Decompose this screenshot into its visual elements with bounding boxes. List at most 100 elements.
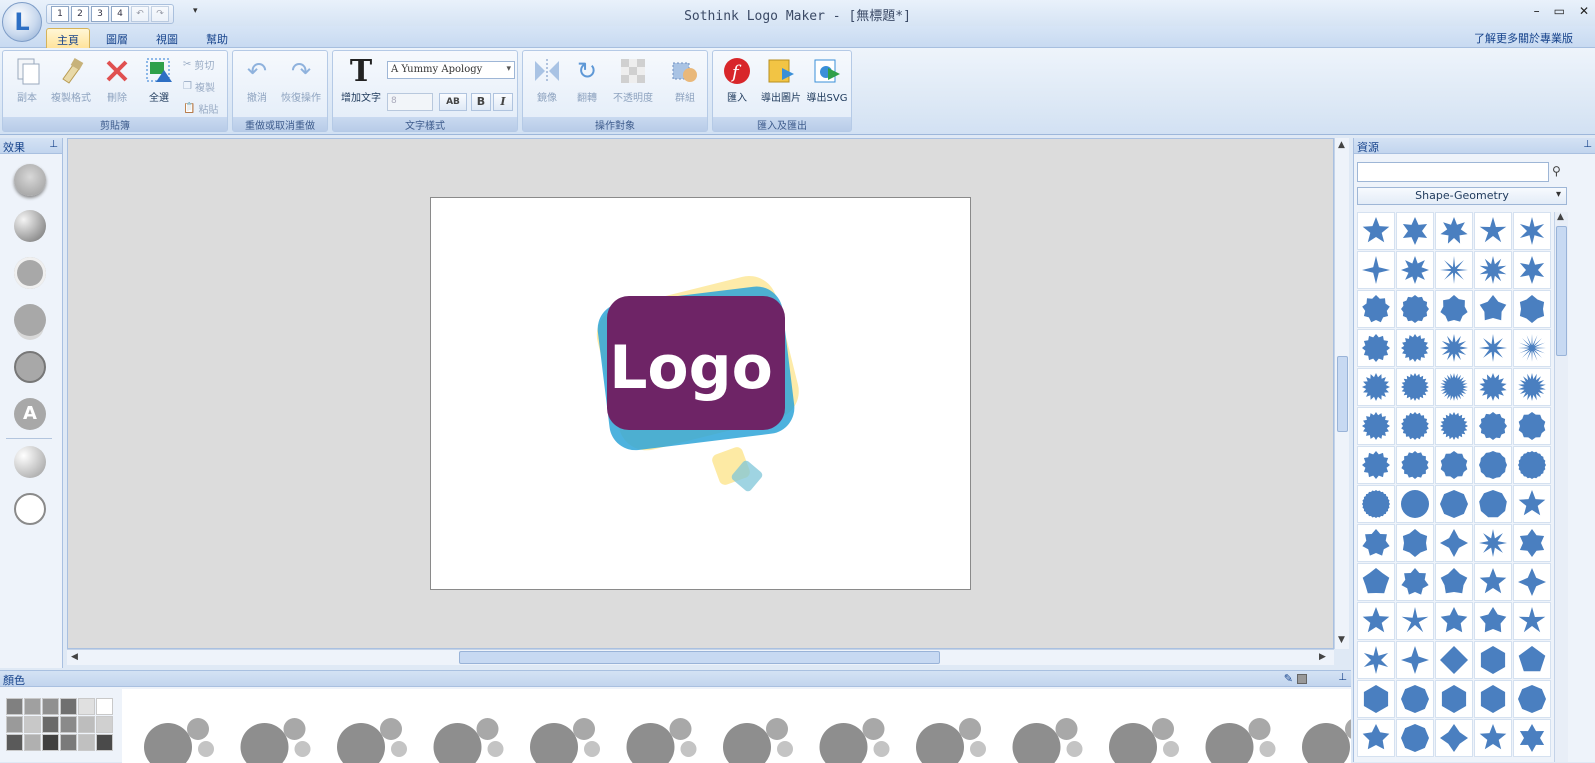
shape-thumbnail[interactable]	[1513, 719, 1551, 757]
color-swatch[interactable]	[96, 716, 113, 733]
pin-icon[interactable]: ⊥	[1583, 139, 1592, 150]
color-swatch[interactable]	[24, 716, 41, 733]
shape-thumbnail[interactable]	[1396, 524, 1434, 562]
mirror-button[interactable]: 鏡像	[525, 55, 569, 104]
shape-thumbnail[interactable]	[1396, 719, 1434, 757]
export-image-button[interactable]: 導出圖片	[759, 55, 803, 104]
tab-home[interactable]: 主頁	[46, 28, 90, 48]
color-swatch[interactable]	[6, 734, 23, 751]
shape-thumbnail[interactable]	[1513, 563, 1551, 601]
shape-thumbnail[interactable]	[1396, 251, 1434, 289]
shape-thumbnail[interactable]	[1435, 719, 1473, 757]
shape-thumbnail[interactable]	[1474, 641, 1512, 679]
resource-search-input[interactable]	[1357, 162, 1549, 182]
shape-thumbnail[interactable]	[1357, 563, 1395, 601]
shape-thumbnail[interactable]	[1513, 290, 1551, 328]
shape-thumbnail[interactable]	[1435, 368, 1473, 406]
shape-thumbnail[interactable]	[1396, 563, 1434, 601]
tab-help[interactable]: 幫助	[196, 28, 238, 48]
canvas-vertical-scrollbar[interactable]: ▲ ▼	[1334, 138, 1349, 649]
shape-thumbnail[interactable]	[1396, 329, 1434, 367]
app-menu-button[interactable]: L	[2, 2, 42, 42]
resources-scroll-thumb[interactable]	[1556, 226, 1567, 356]
shape-thumbnail[interactable]	[1357, 485, 1395, 523]
scroll-down-arrow-icon[interactable]: ▼	[1338, 635, 1345, 645]
shape-thumbnail[interactable]	[1435, 641, 1473, 679]
shape-thumbnail[interactable]	[1474, 719, 1512, 757]
shape-thumbnail[interactable]	[1513, 446, 1551, 484]
shape-thumbnail[interactable]	[1435, 251, 1473, 289]
shape-thumbnail[interactable]	[1435, 602, 1473, 640]
color-swatch[interactable]	[6, 716, 23, 733]
color-swatch[interactable]	[60, 716, 77, 733]
opacity-button[interactable]: 不透明度	[609, 55, 657, 104]
shape-thumbnail[interactable]	[1357, 290, 1395, 328]
logo-graphic[interactable]: Logo	[431, 198, 970, 589]
shape-thumbnail[interactable]	[1435, 563, 1473, 601]
shape-thumbnail[interactable]	[1513, 212, 1551, 250]
shape-thumbnail[interactable]	[1435, 290, 1473, 328]
shape-thumbnail[interactable]	[1513, 602, 1551, 640]
export-svg-button[interactable]: 導出SVG	[805, 55, 849, 104]
color-swatch[interactable]	[42, 698, 59, 715]
color-swatch[interactable]	[24, 698, 41, 715]
shape-thumbnail[interactable]	[1396, 212, 1434, 250]
shape-thumbnail[interactable]	[1513, 680, 1551, 718]
shape-thumbnail[interactable]	[1513, 485, 1551, 523]
rotate-button[interactable]: ↻ 翻轉	[565, 55, 609, 104]
shape-thumbnail[interactable]	[1396, 485, 1434, 523]
effect-stroke[interactable]	[14, 351, 46, 383]
vertical-scroll-thumb[interactable]	[1337, 356, 1348, 432]
format-painter-button[interactable]: 複製格式	[49, 55, 93, 104]
shape-thumbnail[interactable]	[1435, 524, 1473, 562]
paste-button[interactable]: 📋 粘貼	[183, 101, 218, 116]
shape-thumbnail[interactable]	[1357, 212, 1395, 250]
shape-thumbnail[interactable]	[1513, 329, 1551, 367]
effect-gradient[interactable]	[14, 446, 46, 478]
color-swatch[interactable]	[78, 716, 95, 733]
color-swatch[interactable]	[42, 734, 59, 751]
shape-thumbnail[interactable]	[1474, 485, 1512, 523]
shape-thumbnail[interactable]	[1357, 446, 1395, 484]
shape-thumbnail[interactable]	[1474, 407, 1512, 445]
shape-thumbnail[interactable]	[1474, 680, 1512, 718]
effect-text-icon[interactable]: A	[14, 398, 46, 430]
bold-button[interactable]: B	[471, 93, 491, 111]
effect-reflection[interactable]	[14, 304, 46, 336]
color-swatch[interactable]	[96, 698, 113, 715]
shape-thumbnail[interactable]	[1435, 680, 1473, 718]
shape-thumbnail[interactable]	[1357, 602, 1395, 640]
shape-thumbnail[interactable]	[1357, 524, 1395, 562]
shape-thumbnail[interactable]	[1435, 329, 1473, 367]
canvas-horizontal-scrollbar[interactable]: ◀ ▶	[67, 649, 1334, 665]
artboard[interactable]: Logo	[430, 197, 971, 590]
shape-thumbnail[interactable]	[1357, 641, 1395, 679]
text-spacing-button[interactable]: AB	[439, 93, 467, 111]
tab-view[interactable]: 視圖	[146, 28, 188, 48]
scroll-up-arrow-icon[interactable]: ▲	[1557, 212, 1564, 222]
color-swatch[interactable]	[96, 734, 113, 751]
shape-thumbnail[interactable]	[1396, 641, 1434, 679]
pro-version-link[interactable]: 了解更多關於專業版	[1474, 30, 1573, 46]
search-icon[interactable]: ⚲	[1552, 164, 1561, 178]
horizontal-scroll-thumb[interactable]	[459, 651, 940, 664]
shape-thumbnail[interactable]	[1396, 602, 1434, 640]
shape-thumbnail[interactable]	[1474, 329, 1512, 367]
shape-thumbnail[interactable]	[1513, 368, 1551, 406]
shape-thumbnail[interactable]	[1513, 641, 1551, 679]
import-button[interactable]: f 匯入	[715, 55, 759, 104]
close-button[interactable]: ✕	[1579, 4, 1589, 18]
resource-category-select[interactable]: Shape-Geometry	[1357, 187, 1567, 205]
font-size-select[interactable]: 8	[387, 93, 433, 111]
shape-thumbnail[interactable]	[1474, 290, 1512, 328]
redo-button[interactable]: ↷ 恢復操作	[279, 55, 323, 104]
shape-thumbnail[interactable]	[1396, 407, 1434, 445]
shape-thumbnail[interactable]	[1357, 251, 1395, 289]
shape-thumbnail[interactable]	[1357, 407, 1395, 445]
pin-icon[interactable]: ⊥	[1338, 672, 1347, 683]
effect-glow[interactable]	[14, 257, 46, 289]
eyedropper-icon[interactable]: ✎	[1284, 672, 1293, 685]
italic-button[interactable]: I	[493, 93, 513, 111]
shape-thumbnail[interactable]	[1396, 446, 1434, 484]
effect-presets[interactable]	[122, 689, 1351, 763]
